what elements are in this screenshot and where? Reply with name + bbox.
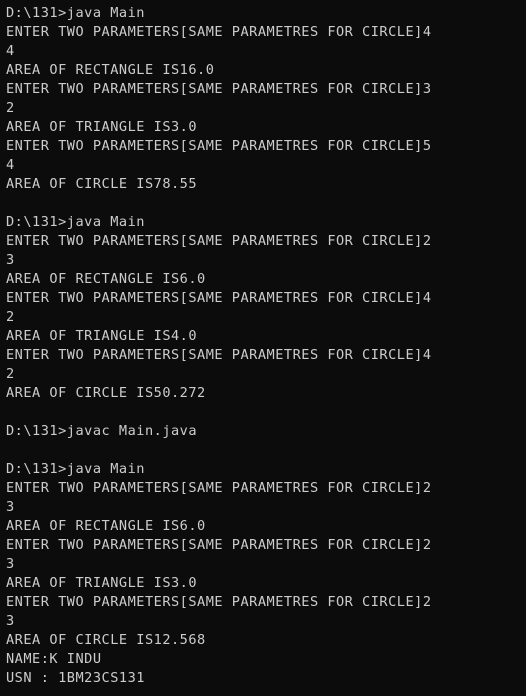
terminal-line: 2 — [6, 309, 15, 325]
terminal-line: 2 — [6, 366, 15, 382]
terminal-line: 4 — [6, 43, 15, 59]
terminal-line: 3 — [6, 613, 15, 629]
terminal-line: AREA OF RECTANGLE IS6.0 — [6, 271, 206, 287]
terminal-line: ENTER TWO PARAMETERS[SAME PARAMETRES FOR… — [6, 537, 432, 553]
terminal-line: AREA OF TRIANGLE IS4.0 — [6, 328, 198, 344]
terminal-window[interactable]: D:\131>java Main ENTER TWO PARAMETERS[SAM… — [0, 0, 526, 696]
terminal-line: AREA OF CIRCLE IS78.55 — [6, 176, 198, 192]
terminal-line: AREA OF RECTANGLE IS6.0 — [6, 518, 206, 534]
terminal-line: 3 — [6, 556, 15, 572]
terminal-line: 2 — [6, 100, 15, 116]
terminal-line: 4 — [6, 157, 15, 173]
terminal-line: 3 — [6, 499, 15, 515]
terminal-line: AREA OF RECTANGLE IS16.0 — [6, 62, 215, 78]
terminal-line: ENTER TWO PARAMETERS[SAME PARAMETRES FOR… — [6, 594, 432, 610]
terminal-line: D:\131>java Main — [6, 5, 145, 21]
terminal-line: ENTER TWO PARAMETERS[SAME PARAMETRES FOR… — [6, 347, 432, 363]
terminal-line: ENTER TWO PARAMETERS[SAME PARAMETRES FOR… — [6, 290, 432, 306]
terminal-line: ENTER TWO PARAMETERS[SAME PARAMETRES FOR… — [6, 233, 432, 249]
terminal-line: AREA OF TRIANGLE IS3.0 — [6, 119, 198, 135]
terminal-line: AREA OF TRIANGLE IS3.0 — [6, 575, 198, 591]
terminal-line: ENTER TWO PARAMETERS[SAME PARAMETRES FOR… — [6, 138, 432, 154]
terminal-line: D:\131>java Main — [6, 214, 145, 230]
terminal-line: ENTER TWO PARAMETERS[SAME PARAMETRES FOR… — [6, 480, 432, 496]
terminal-line: NAME:K INDU — [6, 651, 102, 667]
terminal-line: ENTER TWO PARAMETERS[SAME PARAMETRES FOR… — [6, 24, 432, 40]
terminal-line: 3 — [6, 252, 15, 268]
terminal-line: ENTER TWO PARAMETERS[SAME PARAMETRES FOR… — [6, 81, 432, 97]
terminal-line: AREA OF CIRCLE IS12.568 — [6, 632, 206, 648]
terminal-line: AREA OF CIRCLE IS50.272 — [6, 385, 206, 401]
terminal-line: D:\131>javac Main.java — [6, 423, 198, 439]
terminal-line: USN : 1BM23CS131 — [6, 670, 145, 686]
terminal-line: D:\131>java Main — [6, 461, 145, 477]
